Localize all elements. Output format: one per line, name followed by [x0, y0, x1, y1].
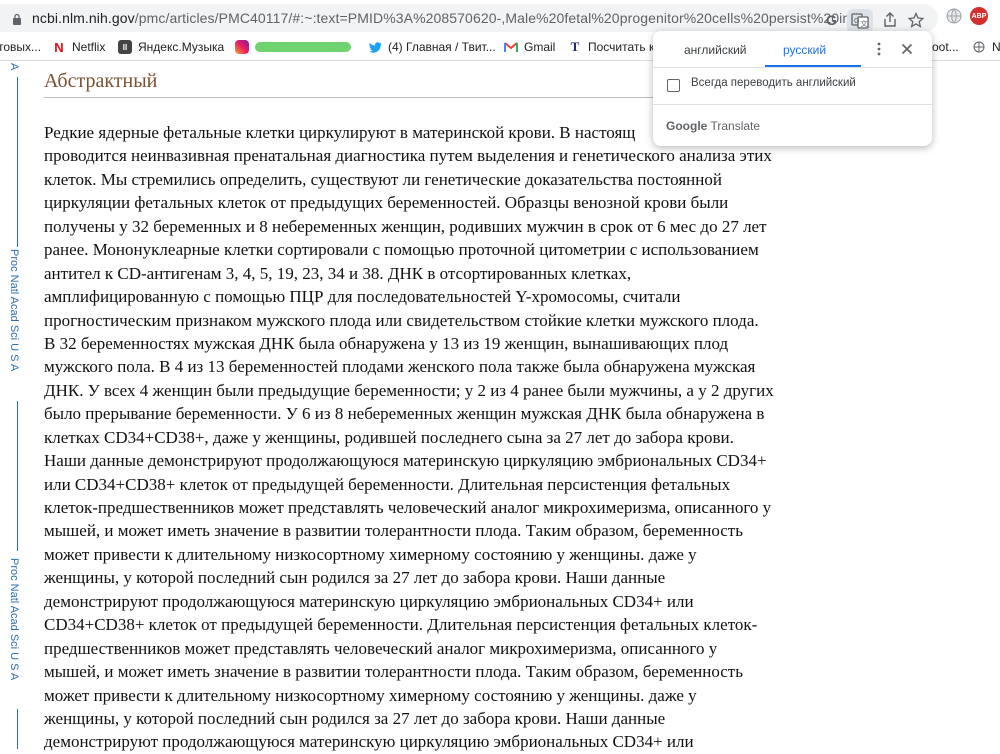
bookmark-label: (4) Главная / Твит... [388, 40, 496, 54]
redacted-label [255, 42, 351, 52]
bookmark-instagram[interactable] [235, 40, 351, 54]
abstract-line: женщины, у которой последний сын родился… [44, 568, 666, 588]
brand-google: Google [666, 119, 708, 133]
tab-source-language[interactable]: английский [684, 43, 746, 57]
sidebar-rail [17, 709, 18, 749]
abstract-line: женщины, у которой последний сын родился… [44, 708, 666, 728]
bookmark-t[interactable]: T Посчитать к [568, 39, 655, 54]
google-translate-brand: Google Translate [666, 119, 760, 133]
abstract-line: Наши данные демонстрируют продолжающуюся… [44, 451, 767, 471]
svg-text:G: G [854, 18, 859, 25]
abstract-heading: Абстрактный [44, 70, 158, 92]
google-lens-icon[interactable]: G [822, 10, 842, 30]
url-text[interactable]: ncbi.nlm.nih.gov/pmc/articles/PMC40117/#… [32, 10, 862, 26]
bookmark-yandex-music[interactable]: II Яндекс.Музыка [118, 40, 224, 54]
abstract-body: Редкие ядерные фетальные клетки циркулир… [44, 121, 804, 754]
extension-globe-icon[interactable] [944, 6, 964, 26]
url-host: ncbi.nlm.nih.gov [32, 10, 135, 26]
abstract-line: демонстрируют продолжающуюся материнскую… [44, 732, 694, 752]
t-icon: T [570, 39, 580, 54]
sidebar-journal-label-2[interactable]: Proc Natl Acad Sci U S A [8, 558, 20, 680]
abstract-line: антител к CD-антигенам 3, 4, 5, 19, 23, … [44, 263, 632, 283]
abstract-line: может привести к длительному низкосортно… [44, 544, 697, 564]
netflix-icon: N [54, 39, 64, 55]
more-options-icon[interactable] [873, 41, 885, 57]
abstract-line: было прерывание беременности. У 6 из 8 н… [44, 404, 765, 424]
abstract-line: может привести к длительному низкосортно… [44, 685, 697, 705]
abstract-line: проводится неинвазивная пренатальная диа… [44, 146, 772, 166]
bookmark-label: Посчитать к [588, 40, 655, 54]
twitter-icon [368, 40, 382, 54]
bookmark-oot[interactable]: oot... [932, 40, 959, 54]
close-icon[interactable] [899, 41, 915, 57]
tab-target-language[interactable]: русский [783, 43, 826, 57]
abstract-line: или CD34+CD38+ клеток от предыдущей бере… [44, 474, 731, 494]
bookmark-label: oot... [932, 40, 959, 54]
sidebar-rail [17, 401, 18, 551]
bookmark-label: Яндекс.Музыка [138, 40, 225, 54]
abstract-line: клеток. Мы стремились определить, сущест… [44, 169, 722, 189]
bookmark-label: Gmail [524, 40, 556, 54]
abstract-line: демонстрируют продолжающуюся материнскую… [44, 591, 694, 611]
sidebar-journal-label-1[interactable]: Proc Natl Acad Sci U S A [8, 249, 20, 371]
sidebar-rail [17, 77, 18, 247]
abstract-line: прогностическим признаком мужского плода… [44, 310, 759, 330]
adblock-plus-icon[interactable]: ABP [970, 7, 988, 25]
abstract-line: ДНК. У всех 4 женщин были предыдущие бер… [44, 380, 774, 400]
bookmark-item-0[interactable]: товых... [0, 40, 41, 54]
abstract-line: В 32 беременностях мужская ДНК была обна… [44, 333, 729, 353]
share-icon[interactable] [880, 10, 900, 30]
bookmark-gmail[interactable]: Gmail [504, 40, 555, 54]
bookmark-na[interactable]: Na [972, 40, 1000, 54]
bookmark-netflix[interactable]: N Netflix [52, 39, 106, 55]
popup-divider [653, 67, 932, 68]
lock-icon[interactable] [12, 13, 22, 25]
globe-icon [972, 40, 986, 54]
bookmark-label: Netflix [72, 40, 106, 54]
journal-sidebar: A Proc Natl Acad Sci U S A Proc Natl Aca… [0, 61, 36, 749]
yandex-music-icon: II [118, 40, 132, 54]
bookmark-star-icon[interactable] [906, 10, 926, 30]
always-translate-checkbox[interactable] [667, 79, 680, 92]
abstract-line: получены у 32 беременных и 8 небеременны… [44, 216, 767, 236]
popup-divider [653, 104, 932, 105]
bookmark-label: товых... [0, 40, 42, 54]
abstract-line: предшественников может представлять чело… [44, 638, 718, 658]
abstract-line: циркуляции фетальных клеток от предыдущи… [44, 193, 729, 213]
abstract-line: клетках CD34+CD38+, даже у женщины, роди… [44, 427, 734, 447]
sidebar-top-label[interactable]: A [8, 63, 20, 70]
bookmark-twitter[interactable]: (4) Главная / Твит... [368, 40, 496, 54]
gmail-icon [504, 40, 518, 54]
bookmark-label: Na [992, 40, 1000, 54]
brand-translate: Translate [710, 119, 761, 133]
abstract-line: мужского пола. В 4 из 13 беременностей п… [44, 357, 756, 377]
translate-popup: английский русский Всегда переводить анг… [653, 31, 932, 146]
omnibox[interactable]: ncbi.nlm.nih.gov/pmc/articles/PMC40117/#… [0, 4, 938, 33]
translate-icon[interactable]: G 文 [847, 9, 873, 33]
svg-text:文: 文 [861, 19, 868, 28]
abstract-line: ранее. Мононуклеарные клетки сортировали… [44, 240, 759, 260]
abstract-line: мышей, и может иметь значение в развитии… [44, 662, 743, 682]
abstract-line: CD34+CD38+ клеток от предыдущей беременн… [44, 615, 758, 635]
always-translate-label[interactable]: Всегда переводить английский [691, 77, 856, 89]
abstract-line: клеток-предшественников может представля… [44, 498, 772, 517]
svg-text:G: G [826, 12, 837, 28]
url-path: /pmc/articles/PMC40117/#:~:text=PMID%3A%… [134, 10, 863, 26]
abstract-line: мышей, и может иметь значение в развитии… [44, 521, 743, 541]
abstract-line: амплифицированную с помощью ПЦР для посл… [44, 287, 681, 307]
instagram-icon [235, 40, 249, 54]
